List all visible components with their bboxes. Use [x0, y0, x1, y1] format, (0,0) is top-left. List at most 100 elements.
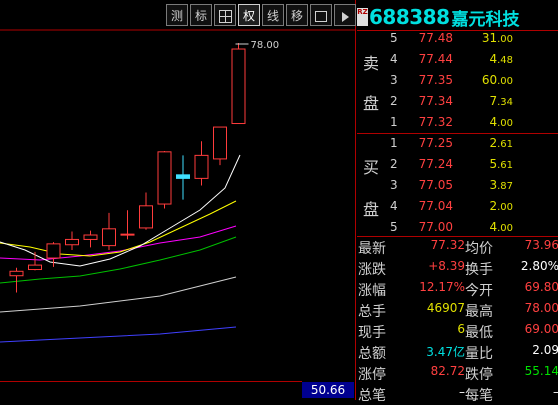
stat-value: 55.14 [524, 364, 558, 378]
stat-label: 均价 [465, 241, 493, 257]
grid-icon [218, 10, 232, 23]
stat-label: 最高 [465, 304, 493, 320]
window-icon [315, 11, 327, 22]
stat-label: 最低 [465, 325, 493, 341]
ask-price: 77.35 [418, 73, 453, 87]
stat-row: 涨停 82.72 跌停 55.14 [357, 364, 558, 384]
stat-row: 涨幅 12.17% 今开 69.80 [357, 280, 558, 300]
ask-price: 77.48 [418, 31, 453, 45]
ask-price: 77.32 [418, 115, 453, 129]
candle-body [120, 233, 135, 236]
stat-value: 73.96 [524, 238, 558, 252]
stat-row: 最新 77.32 均价 73.96 [357, 238, 558, 258]
stat-value: – [459, 385, 465, 399]
divider [357, 236, 558, 237]
stat-label: 涨停 [358, 367, 386, 383]
stat-label: 量比 [465, 346, 493, 362]
candle-body [176, 174, 190, 179]
candle-body [213, 126, 227, 160]
bid-level: 1 [390, 136, 398, 150]
adjust-rights-button[interactable]: 权 [238, 4, 260, 26]
stat-label: 今开 [465, 283, 493, 299]
ask-row[interactable]: 4 77.44 4.48 [357, 52, 558, 73]
stat-label: 现手 [358, 325, 386, 341]
stat-label: 换手 [465, 262, 493, 278]
bid-price: 77.25 [418, 136, 453, 150]
ask-price: 77.34 [418, 94, 453, 108]
move-button[interactable]: 移 [286, 4, 308, 26]
ask-volume: 4.48 [489, 52, 513, 66]
ask-level: 1 [390, 115, 398, 129]
stock-header: RZ 688388 嘉元科技 [357, 5, 520, 30]
bid-level: 5 [390, 220, 398, 234]
candle-body [65, 238, 79, 246]
stat-label: 涨跌 [358, 262, 386, 278]
grid-button[interactable] [214, 4, 236, 26]
stat-row: 现手 6 最低 69.00 [357, 322, 558, 342]
ask-volume: 60.00 [481, 73, 513, 87]
stat-label: 总手 [358, 304, 386, 320]
candle-body [231, 48, 246, 125]
ask-volume: 31.00 [481, 31, 513, 45]
bid-volume: 3.87 [489, 178, 513, 192]
bid-level: 2 [390, 157, 398, 171]
ma250-line [0, 326, 237, 343]
ask-volume: 7.34 [489, 94, 513, 108]
stat-value: 78.00 [524, 301, 558, 315]
stat-value: 46907 [426, 301, 465, 315]
ask-level: 4 [390, 52, 398, 66]
stat-value: 2.09 [532, 343, 558, 357]
stat-value: 77.32 [430, 238, 465, 252]
stat-label: 跌停 [465, 367, 493, 383]
bid-row[interactable]: 4 77.04 2.00 [357, 199, 558, 220]
line-button[interactable]: 线 [262, 4, 284, 26]
stat-value: 2.80% [520, 259, 558, 273]
kline-chart-area[interactable]: 78.00 测 标 权 线 移 50.66 [0, 0, 356, 400]
bid-price: 77.05 [418, 178, 453, 192]
ask-level: 3 [390, 73, 398, 87]
stat-value: 82.72 [430, 364, 465, 378]
divider [357, 133, 558, 134]
bid-price: 77.04 [418, 199, 453, 213]
play-button[interactable] [334, 4, 356, 26]
stat-row: 总手 46907 最高 78.00 [357, 301, 558, 321]
ask-level: 2 [390, 94, 398, 108]
ask-row[interactable]: 5 77.48 31.00 [357, 31, 558, 52]
candle-body [28, 264, 42, 271]
candle-body [102, 228, 116, 247]
ask-row[interactable]: 2 77.34 7.34 [357, 94, 558, 115]
stat-value: – [497, 385, 558, 399]
candle-body [139, 205, 153, 229]
stat-label: 总额 [358, 346, 386, 362]
bid-level: 3 [390, 178, 398, 192]
bid-row[interactable]: 2 77.24 5.61 [357, 157, 558, 178]
stat-value: 3.47亿 [426, 345, 465, 359]
measure-button[interactable]: 测 [166, 4, 188, 26]
mark-button[interactable]: 标 [190, 4, 212, 26]
bid-volume: 2.61 [489, 136, 513, 150]
bid-row[interactable]: 1 77.25 2.61 [357, 136, 558, 157]
candlestick-chart[interactable]: 78.00 [0, 0, 356, 400]
stock-name: 嘉元科技 [451, 9, 520, 30]
chart-toolbar: 测 标 权 线 移 [166, 4, 358, 26]
stock-code: 688388 [369, 5, 450, 29]
candle-body [157, 151, 172, 205]
stat-label: 每笔 [465, 388, 493, 404]
bid-price: 77.24 [418, 157, 453, 171]
window-button[interactable] [310, 4, 332, 26]
ask-row[interactable]: 3 77.35 60.00 [357, 73, 558, 94]
ma120-line [0, 276, 237, 313]
bid-price: 77.00 [418, 220, 453, 234]
stat-value: 6 [457, 322, 465, 336]
candle-body [83, 234, 98, 240]
stat-value: 69.00 [524, 322, 558, 336]
stat-value: 12.17% [419, 280, 465, 294]
play-icon [341, 11, 349, 22]
stat-label: 总笔 [358, 388, 386, 404]
bid-volume: 2.00 [489, 199, 513, 213]
stat-value: 69.80 [524, 280, 558, 294]
margin-badge: RZ [357, 8, 368, 26]
bid-volume: 4.00 [489, 220, 513, 234]
stat-row: 总笔 –每笔– [357, 385, 558, 405]
bid-row[interactable]: 3 77.05 3.87 [357, 178, 558, 199]
